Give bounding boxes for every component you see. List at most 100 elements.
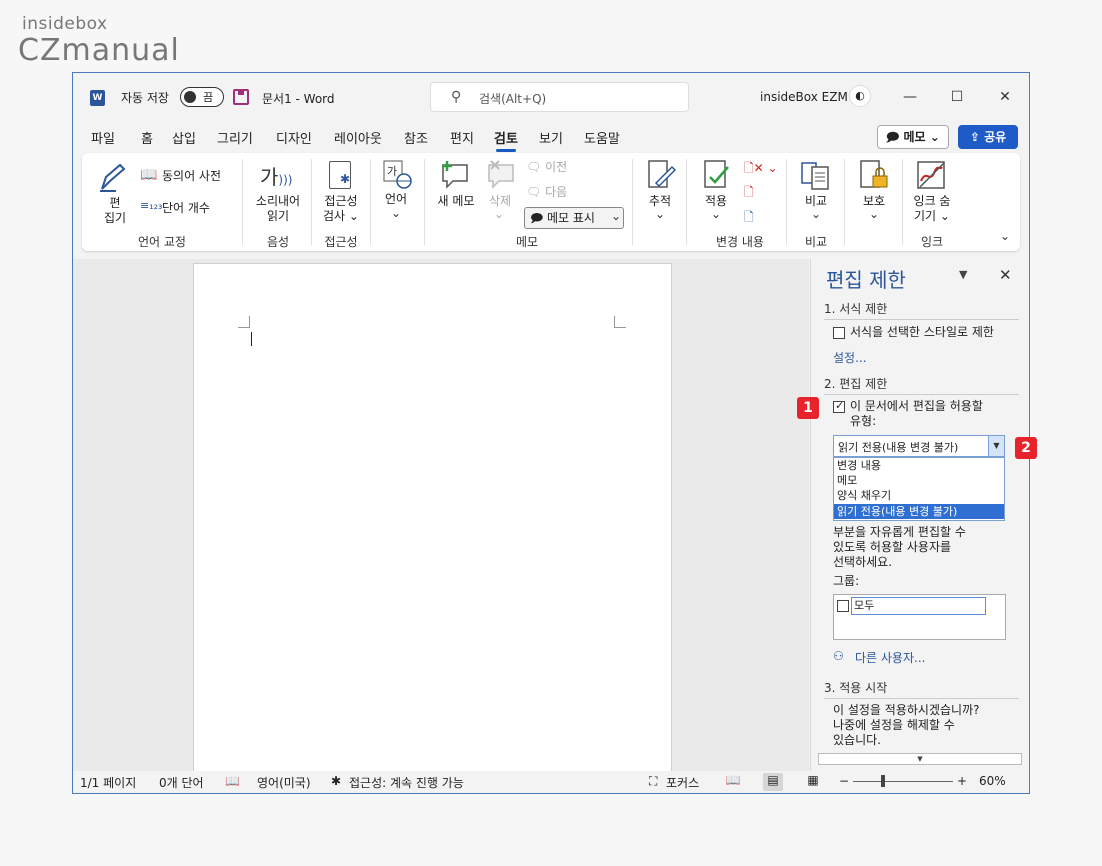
hide-ink-label-2[interactable]: 기기 ⌄: [904, 208, 960, 224]
option-filling-forms[interactable]: 양식 채우기: [834, 488, 1004, 503]
word-count[interactable]: 0개 단어: [159, 774, 204, 791]
group-accessibility-label: 접근성: [324, 235, 358, 249]
next-change-icon[interactable]: 🗋: [744, 208, 754, 229]
show-comments-button[interactable]: 🗩 메모 표시 ⌄: [524, 207, 624, 229]
hide-ink-icon[interactable]: [916, 159, 948, 189]
new-comment-label[interactable]: 새 메모: [432, 193, 480, 209]
previous-label: 이전: [545, 160, 568, 174]
protect-icon[interactable]: [858, 159, 888, 189]
dropdown-arrow-icon[interactable]: ▼: [988, 436, 1004, 456]
allow-edit-checkbox[interactable]: [833, 399, 845, 413]
zoom-out-button[interactable]: −: [839, 774, 849, 788]
comments-button[interactable]: 🗩 메모 ⌄: [877, 125, 949, 149]
previous-change-icon[interactable]: 🗋: [744, 183, 754, 204]
option-comments[interactable]: 메모: [834, 473, 1004, 488]
user-name[interactable]: insideBox EZM: [760, 90, 848, 104]
zoom-level[interactable]: 60%: [979, 774, 1006, 788]
share-icon: ⇪: [969, 130, 980, 144]
web-layout-icon[interactable]: ▦: [803, 773, 823, 791]
ribbon-divider: [902, 159, 903, 245]
word-count-button[interactable]: 단어 개수: [162, 200, 210, 216]
pane-options-icon[interactable]: ▼: [959, 268, 967, 281]
zoom-slider-thumb[interactable]: [881, 775, 885, 787]
exceptions-text-1: 부분을 자유롭게 편집할 수: [833, 525, 966, 539]
ribbon-divider: [632, 159, 633, 245]
reject-icon[interactable]: 🗋✕ ⌄: [744, 159, 778, 180]
group-comments-label: 메모: [515, 235, 539, 249]
save-icon[interactable]: [233, 89, 249, 105]
toggle-knob: [184, 91, 196, 103]
next-icon: 🗨: [526, 185, 542, 199]
tab-view[interactable]: 보기: [539, 128, 563, 147]
more-users-link[interactable]: 다른 사용자...: [855, 649, 925, 666]
focus-mode[interactable]: 포커스: [666, 774, 699, 791]
print-layout-icon[interactable]: ▤: [763, 773, 783, 791]
editing-type-select[interactable]: 읽기 전용(내용 변경 불가) ▼: [833, 435, 1005, 457]
accessibility-status[interactable]: 접근성: 계속 진행 가능: [349, 774, 464, 791]
tab-mailings[interactable]: 편지: [450, 128, 474, 147]
accessibility-label-2[interactable]: 검사 ⌄: [316, 208, 366, 224]
new-comment-icon[interactable]: [439, 159, 471, 189]
editor-label-2[interactable]: 집기: [97, 210, 133, 226]
document-page[interactable]: [193, 263, 672, 783]
maximize-button[interactable]: ☐: [946, 86, 968, 108]
settings-link[interactable]: 설정...: [833, 349, 867, 366]
thesaurus-button[interactable]: 동의어 사전: [162, 168, 221, 184]
ribbon-divider: [844, 159, 845, 245]
minimize-button[interactable]: —: [899, 86, 921, 108]
zoom-slider-track[interactable]: [853, 781, 953, 782]
document-title: 문서1 - Word: [262, 92, 335, 106]
language-label[interactable]: 언어: [376, 191, 416, 207]
editor-icon[interactable]: [96, 161, 128, 193]
search-placeholder: 검색(Alt+Q): [479, 92, 547, 106]
read-mode-icon[interactable]: 📖: [723, 773, 743, 791]
compare-icon[interactable]: [800, 159, 830, 190]
avatar[interactable]: ◐: [849, 85, 871, 107]
tab-insert[interactable]: 삽입: [172, 128, 196, 147]
read-aloud-label-2[interactable]: 읽기: [250, 208, 306, 224]
collapse-ribbon-icon[interactable]: ⌄: [1000, 229, 1010, 243]
crop-mark-left: [238, 316, 250, 328]
tab-draw[interactable]: 그리기: [217, 128, 253, 147]
accept-icon[interactable]: [702, 159, 730, 189]
chevron-down-icon: ⌄: [655, 207, 666, 221]
accessibility-label-1[interactable]: 접근성: [316, 193, 366, 209]
comments-button-label: 메모 ⌄: [903, 130, 940, 144]
close-button[interactable]: ✕: [994, 86, 1016, 108]
proofing-icon[interactable]: 📖: [225, 774, 240, 788]
autosave-toggle[interactable]: 끔: [180, 87, 224, 107]
zoom-in-button[interactable]: +: [957, 774, 967, 788]
pane-close-icon[interactable]: ✕: [999, 266, 1012, 284]
search-input[interactable]: ⚲ 검색(Alt+Q): [430, 82, 689, 112]
pane-scroll-button[interactable]: ▼: [818, 753, 1022, 765]
tab-help[interactable]: 도움말: [584, 128, 620, 147]
editor-label-1[interactable]: 편: [100, 195, 130, 211]
step-badge-2: 2: [1015, 437, 1037, 459]
option-read-only[interactable]: 읽기 전용(내용 변경 불가): [834, 504, 1004, 519]
tab-design[interactable]: 디자인: [276, 128, 312, 147]
ribbon-divider: [311, 159, 312, 245]
hide-ink-label-1[interactable]: 잉크 숨: [904, 193, 960, 209]
read-aloud-icon[interactable]: 가))): [260, 161, 292, 190]
show-comments-icon: 🗩: [530, 211, 544, 225]
share-button[interactable]: ⇪ 공유: [958, 125, 1018, 149]
read-aloud-label-1[interactable]: 소리내어: [250, 193, 306, 209]
page-count[interactable]: 1/1 페이지: [80, 774, 136, 791]
tab-references[interactable]: 참조: [404, 128, 428, 147]
tab-review[interactable]: 검토: [494, 128, 518, 152]
group-changes-label: 변경 내용: [716, 235, 764, 249]
language-icon[interactable]: 가: [382, 159, 412, 189]
tab-file[interactable]: 파일: [91, 128, 115, 147]
format-restrict-checkbox[interactable]: [833, 327, 845, 339]
language-status[interactable]: 영어(미국): [257, 774, 311, 791]
group-everyone-checkbox[interactable]: [837, 600, 849, 612]
autosave-toggle-state: 끔: [203, 91, 214, 104]
accessibility-check-icon[interactable]: ✱: [329, 161, 351, 189]
option-tracked-changes[interactable]: 변경 내용: [834, 458, 1004, 473]
allow-edit-label-2: 유형:: [850, 414, 877, 428]
section-enforce-heading: 3. 적용 시작: [824, 679, 1019, 699]
group-everyone-label[interactable]: 모두: [851, 597, 986, 615]
tracking-icon[interactable]: [646, 159, 677, 189]
tab-layout[interactable]: 레이아웃: [334, 128, 382, 147]
tab-home[interactable]: 홈: [141, 128, 153, 147]
